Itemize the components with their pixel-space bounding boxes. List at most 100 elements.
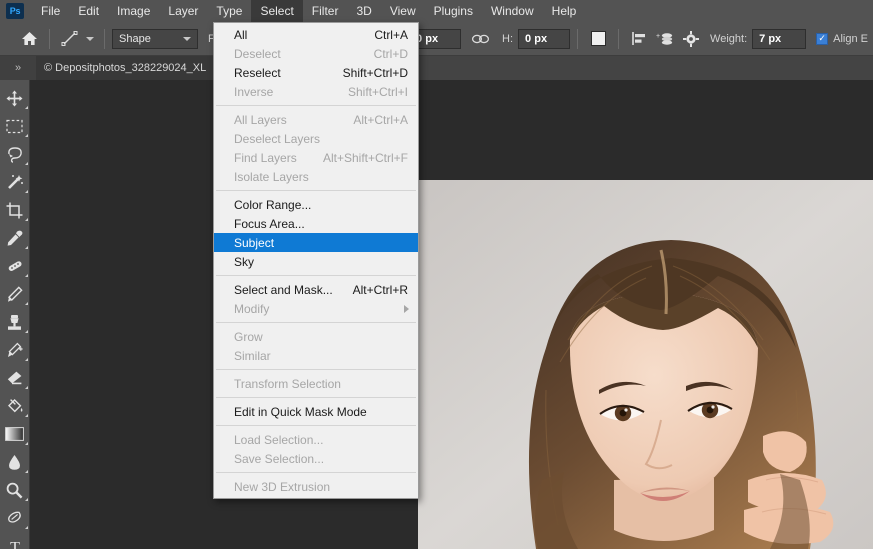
menu-item-sky[interactable]: Sky [214,252,418,271]
menu-type[interactable]: Type [207,0,251,22]
menu-edit[interactable]: Edit [69,0,108,22]
pen-icon [6,510,23,527]
pen-tool[interactable] [0,504,30,532]
document-image[interactable] [418,180,873,549]
menu-item-label: Edit in Quick Mask Mode [234,405,408,419]
menu-select[interactable]: Select [251,0,302,22]
menu-separator [216,322,416,323]
svg-text:+: + [656,33,660,40]
gradient-icon [5,427,24,441]
menu-item-select-and-mask[interactable]: Select and Mask...Alt+Ctrl+R [214,280,418,299]
menu-item-label: Save Selection... [234,452,408,466]
shape-mode-select[interactable]: Shape [112,29,198,49]
options-bar: Shape Fill: W: 0 px H: 0 px [0,22,873,56]
tools-panel: T [0,80,30,549]
menu-separator [216,275,416,276]
menu-item-all-layers: All Layers Alt+Ctrl+A [214,110,418,129]
water-drop-icon [8,454,21,471]
path-alignment-icon[interactable] [626,28,652,50]
menu-item-label: Focus Area... [234,217,408,231]
shape-mode-value: Shape [119,33,151,45]
object-selection-tool[interactable] [0,168,30,196]
divider [49,29,50,49]
spot-healing-brush-tool[interactable] [0,252,30,280]
menu-item-label: Isolate Layers [234,170,408,184]
home-icon[interactable] [16,27,42,51]
menu-separator [216,369,416,370]
menu-item-isolate-layers: Isolate Layers [214,167,418,186]
marquee-icon [6,119,23,134]
paint-bucket-tool[interactable] [0,392,30,420]
menu-item-label: All Layers [234,113,341,127]
menu-separator [216,397,416,398]
tool-preset-chevron-down-icon[interactable] [83,37,97,41]
move-tool[interactable] [0,84,30,112]
submenu-chevron-right-icon [404,305,409,313]
clone-stamp-tool[interactable] [0,308,30,336]
menu-item-shortcut: Alt+Shift+Ctrl+F [323,151,408,165]
menu-item-all[interactable]: AllCtrl+A [214,25,418,44]
dodge-tool[interactable] [0,476,30,504]
align-edges-label: Align E [833,33,868,45]
menu-window[interactable]: Window [482,0,543,22]
gear-icon[interactable] [678,28,704,50]
move-icon [6,90,23,107]
canvas-area[interactable] [30,80,873,549]
path-operations-icon[interactable] [585,28,611,50]
menu-3d[interactable]: 3D [347,0,380,22]
menu-help[interactable]: Help [543,0,586,22]
weight-input[interactable]: 7 px [752,29,806,49]
eyedropper-tool[interactable] [0,224,30,252]
pen-path-icon[interactable] [57,28,83,50]
menu-item-label: New 3D Extrusion [234,480,408,494]
menu-item-focus-area[interactable]: Focus Area... [214,214,418,233]
blur-tool[interactable] [0,448,30,476]
eraser-tool[interactable] [0,364,30,392]
healing-brush-icon [6,258,24,274]
select-menu-dropdown[interactable]: AllCtrl+ADeselectCtrl+DReselectShift+Ctr… [213,22,419,499]
menu-item-transform-selection: Transform Selection [214,374,418,393]
menu-item-label: Grow [234,330,408,344]
paint-bucket-icon [6,397,24,415]
menu-item-color-range[interactable]: Color Range... [214,195,418,214]
menu-item-similar: Similar [214,346,418,365]
height-input[interactable]: 0 px [518,29,570,49]
gradient-tool[interactable] [0,420,30,448]
history-brush-tool[interactable] [0,336,30,364]
chevron-double-right-icon[interactable]: » [0,56,36,80]
crop-tool[interactable] [0,196,30,224]
type-tool[interactable]: T [0,532,30,549]
svg-text:T: T [10,539,20,549]
document-tab-title: © Depositphotos_328229024_XL [44,62,206,74]
menu-separator [216,472,416,473]
lasso-icon [6,146,24,163]
menu-item-subject[interactable]: Subject [214,233,418,252]
align-edges-checkbox[interactable]: ✓ [816,33,828,45]
menu-item-shortcut: Alt+Ctrl+A [353,113,408,127]
menu-item-deselect-layers: Deselect Layers [214,129,418,148]
menu-item-shortcut: Ctrl+D [374,47,408,61]
menu-image[interactable]: Image [108,0,159,22]
photoshop-logo: Ps [6,3,24,19]
menu-item-shortcut: Ctrl+A [374,28,408,42]
menu-plugins[interactable]: Plugins [425,0,482,22]
menu-item-label: Select and Mask... [234,283,341,297]
menu-item-load-selection: Load Selection... [214,430,418,449]
brush-tool[interactable] [0,280,30,308]
menu-item-modify: Modify [214,299,418,318]
rectangular-marquee-tool[interactable] [0,112,30,140]
menu-view[interactable]: View [381,0,425,22]
menu-filter[interactable]: Filter [303,0,348,22]
menu-item-save-selection: Save Selection... [214,449,418,468]
lasso-tool[interactable] [0,140,30,168]
menu-layer[interactable]: Layer [159,0,207,22]
menu-item-edit-in-quick-mask-mode[interactable]: Edit in Quick Mask Mode [214,402,418,421]
path-arrangement-icon[interactable]: + [652,28,678,50]
menu-item-deselect: DeselectCtrl+D [214,44,418,63]
menu-file[interactable]: File [32,0,69,22]
menu-item-reselect[interactable]: ReselectShift+Ctrl+D [214,63,418,82]
menu-item-label: Sky [234,255,408,269]
menu-item-inverse: InverseShift+Ctrl+I [214,82,418,101]
magic-wand-icon [6,173,24,191]
link-chain-icon[interactable] [471,33,490,45]
